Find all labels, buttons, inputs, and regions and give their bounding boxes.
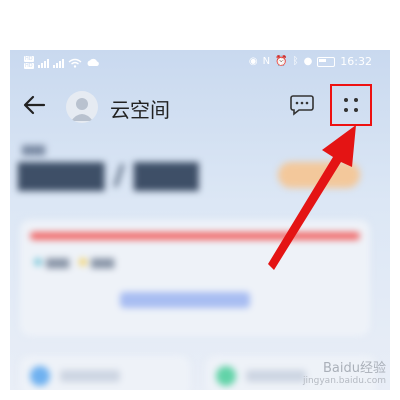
wifi-icon xyxy=(68,58,82,68)
storage-usage-blurred: ▇▇▇▇ / ▇▇▇ xyxy=(18,158,199,191)
grid-dots-icon xyxy=(344,98,348,102)
cloud-icon xyxy=(87,58,99,66)
signal-group: HD HD xyxy=(24,56,100,69)
feature-tile-blurred xyxy=(20,356,190,390)
sim-badges: HD HD xyxy=(24,56,34,69)
avatar[interactable] xyxy=(66,91,98,123)
watermark-url: jingyan.baidu.com xyxy=(302,376,386,386)
back-arrow-icon[interactable] xyxy=(22,92,48,118)
blurred-content: ▇▇▇ ▇▇▇▇ / ▇▇▇ ▇▇▇ ▇▇▇ xyxy=(10,140,390,390)
watermark-brand: Baidu经验 xyxy=(323,361,386,376)
grid-dot xyxy=(354,98,358,102)
sim1-badge: HD xyxy=(24,56,34,62)
nfc-icon: N xyxy=(262,55,271,67)
watermark: Baidu经验 jingyan.baidu.com xyxy=(303,362,386,388)
status-bar: HD HD ◉ N ⏰ ᛒ ● 16:32 xyxy=(10,50,390,78)
battery-icon xyxy=(317,56,336,67)
manage-button-blurred xyxy=(120,292,250,308)
app-bar: 云空间 xyxy=(10,84,390,130)
sim2-badge: HD xyxy=(24,63,34,69)
alarm-icon: ⏰ xyxy=(275,55,288,67)
grid-dot xyxy=(354,108,358,112)
signal-bars-2-icon xyxy=(52,58,64,68)
storage-card-blurred: ▇▇▇ ▇▇▇ xyxy=(20,220,370,336)
user-silhouette-icon xyxy=(71,98,93,121)
status-right-group: ◉ N ⏰ ᛒ ● 16:32 xyxy=(249,55,372,68)
page-title: 云空间 xyxy=(110,98,170,122)
grid-dot xyxy=(344,108,348,112)
location-icon: ● xyxy=(303,55,313,67)
upgrade-pill-blurred xyxy=(278,162,360,188)
usage-bar-blurred xyxy=(30,232,360,240)
chat-bubble-icon[interactable] xyxy=(290,94,314,116)
more-apps-button[interactable] xyxy=(330,84,372,126)
bluetooth-icon: ᛒ xyxy=(292,55,299,67)
eye-icon: ◉ xyxy=(248,55,258,67)
phone-screen: HD HD ◉ N ⏰ ᛒ ● 16:32 云空间 ▇▇▇ ▇▇▇▇ / ▇▇▇… xyxy=(10,50,390,390)
usage-legend-blurred: ▇▇▇ ▇▇▇ xyxy=(34,258,114,269)
status-time: 16:32 xyxy=(340,55,372,68)
storage-label-blurred: ▇▇▇ xyxy=(22,145,46,156)
signal-bars-1-icon xyxy=(37,58,49,68)
